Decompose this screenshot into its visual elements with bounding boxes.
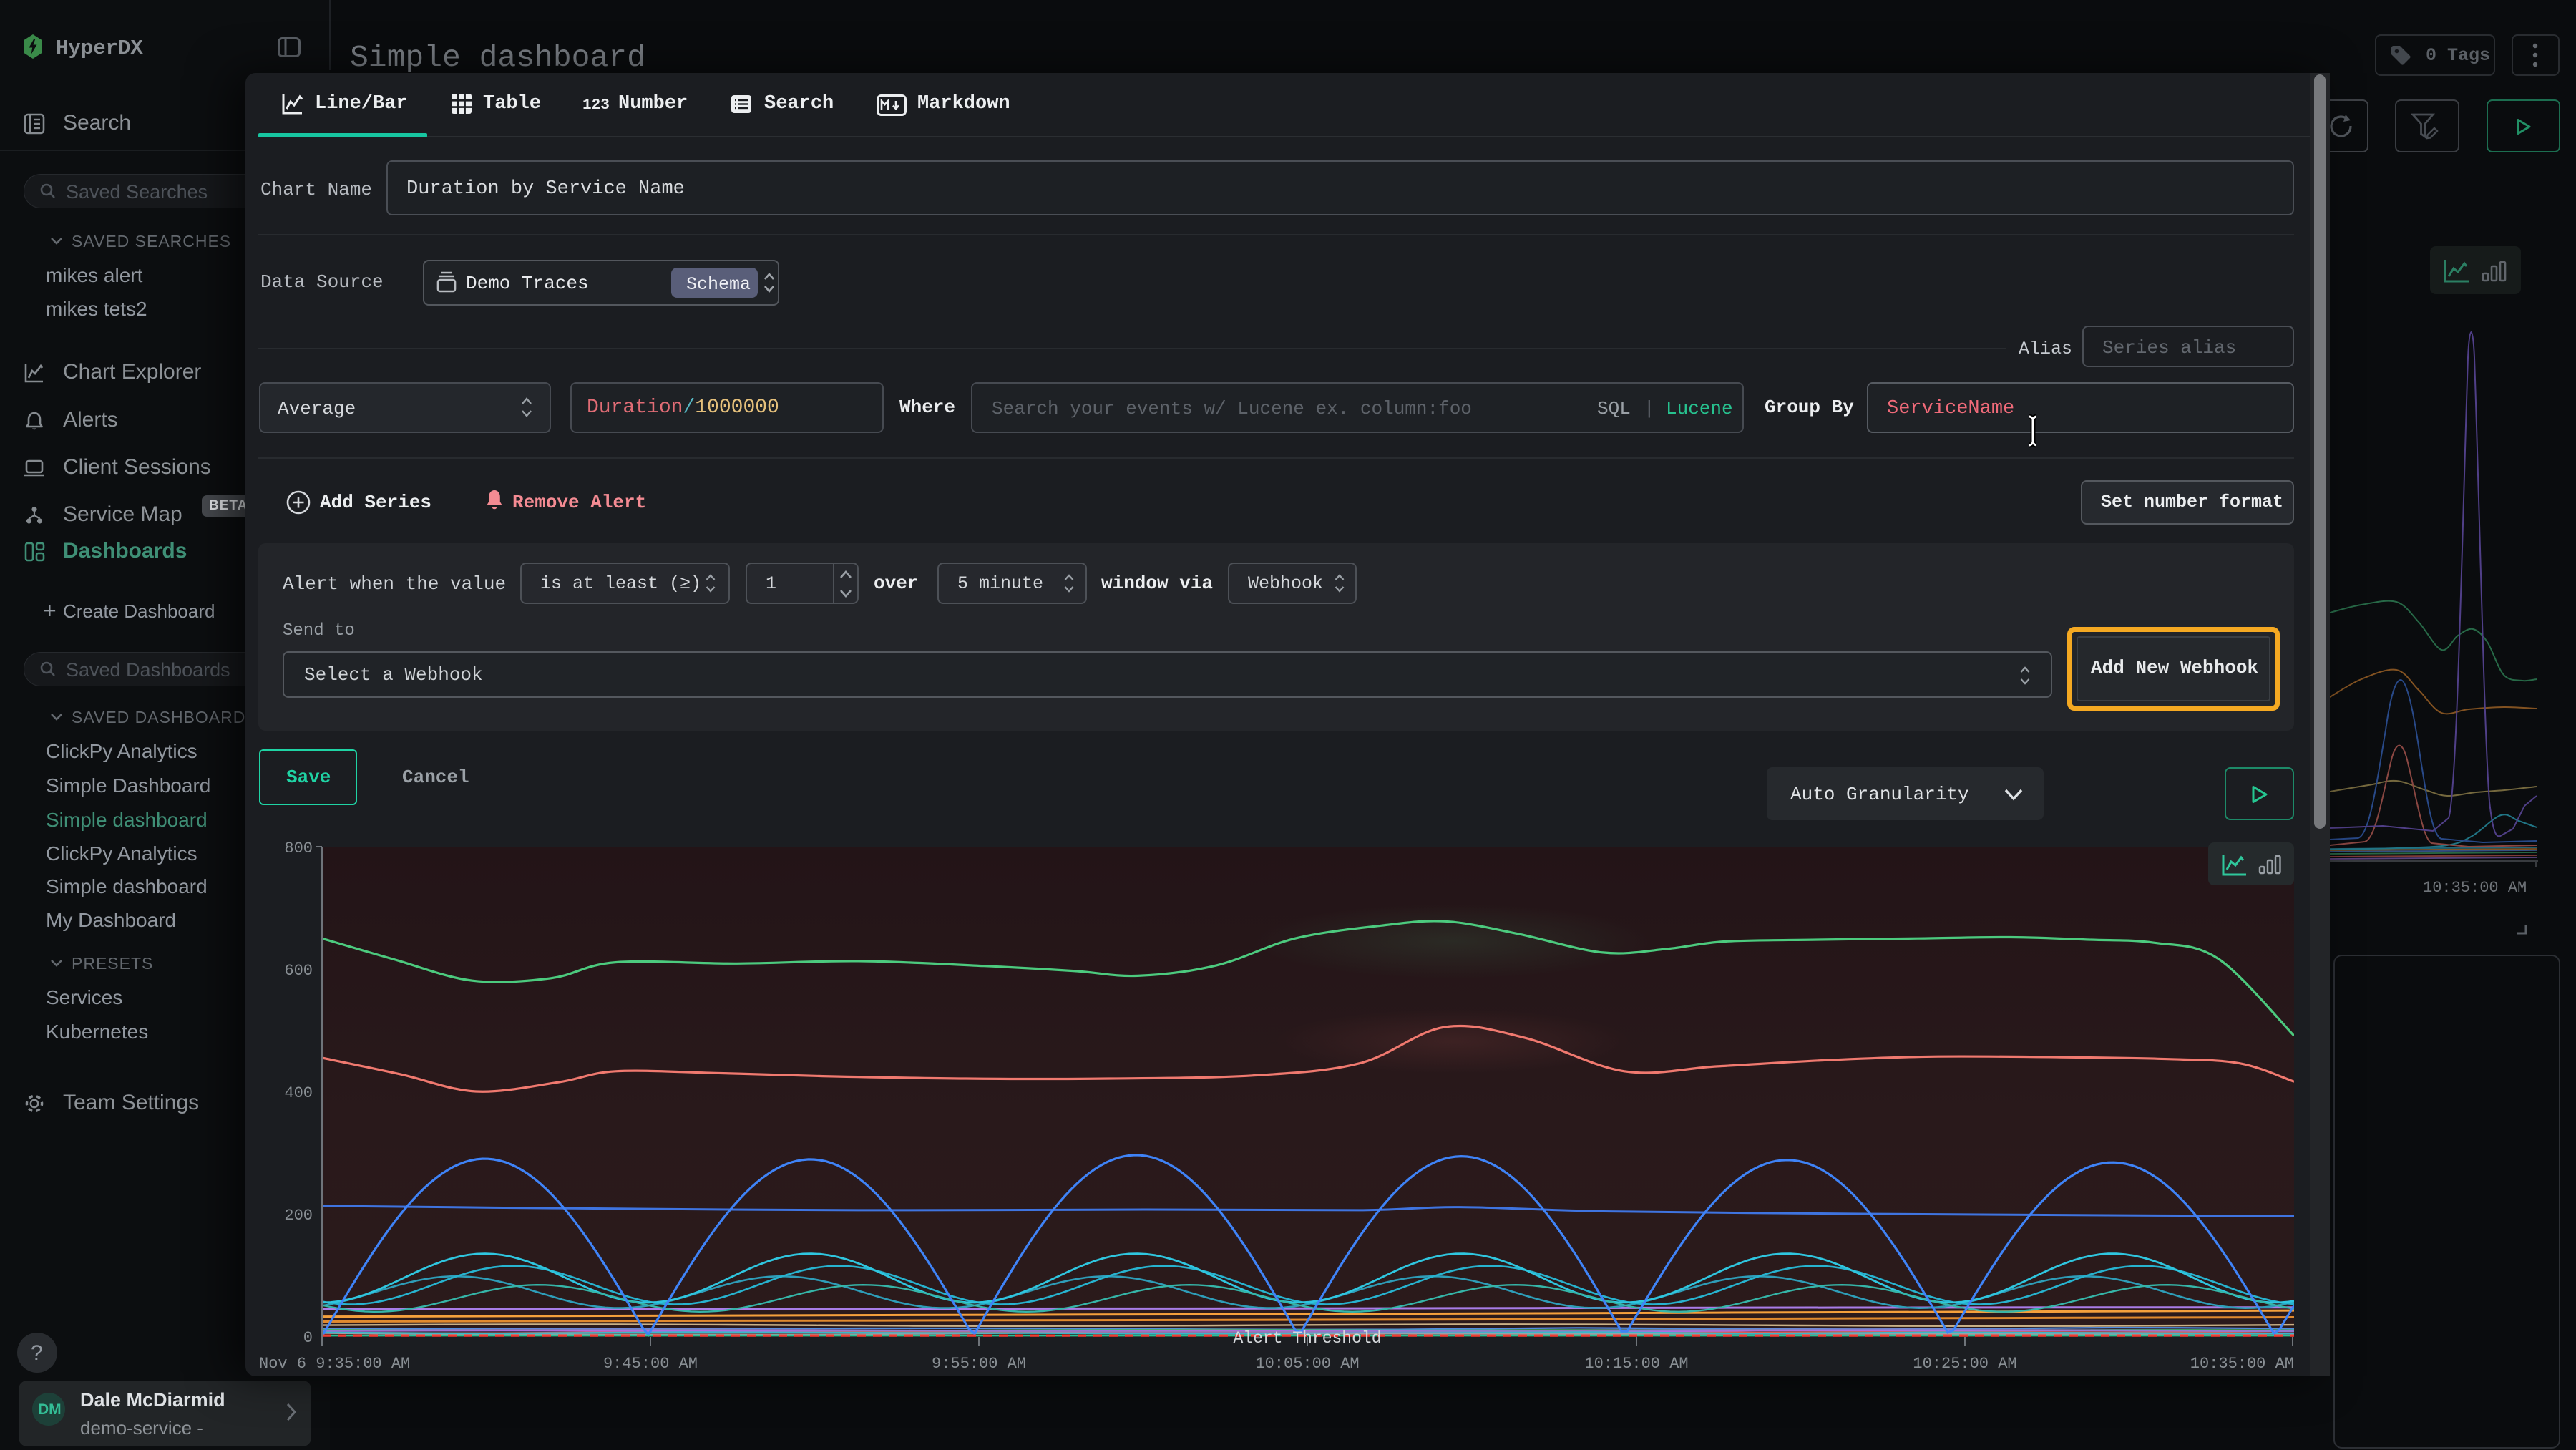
svg-text:Alert Threshold: Alert Threshold: [1233, 1329, 1381, 1348]
